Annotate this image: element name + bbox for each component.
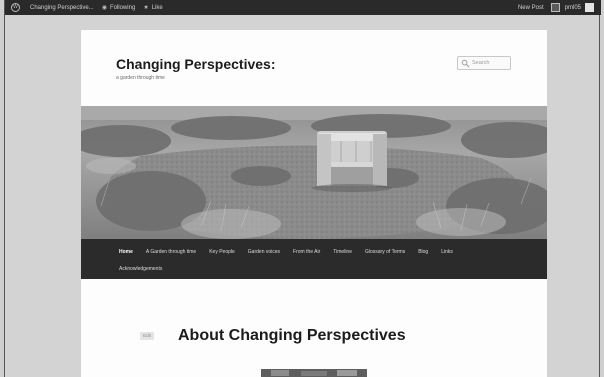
nav-item-home[interactable]: Home xyxy=(119,249,133,255)
site-title[interactable]: Changing Perspectives: xyxy=(116,56,276,72)
admin-bar-spacer xyxy=(167,0,231,15)
new-post-button[interactable]: New Post xyxy=(514,0,548,15)
page-content: Changing Perspectives: a garden through … xyxy=(81,30,547,377)
follow-label: Following xyxy=(109,4,136,11)
follow-icon: ◉ xyxy=(101,5,107,11)
nav-row-secondary: Acknowledgements xyxy=(119,263,175,275)
stone-chair xyxy=(312,131,392,192)
admin-bar: W Changing Perspective... ◉ Following ★ … xyxy=(5,0,601,15)
search-placeholder: Search xyxy=(472,60,490,66)
search-input[interactable]: Search xyxy=(457,56,511,70)
admin-bar-site-name[interactable]: Changing Perspective... xyxy=(26,0,98,15)
nav-item-glossary-of-terms[interactable]: Glossary of Terms xyxy=(365,249,405,255)
nav-item-blog[interactable]: Blog xyxy=(418,249,428,255)
content-image xyxy=(261,369,367,377)
nav-item-timeline[interactable]: Timeline xyxy=(333,249,352,255)
nav-item-links[interactable]: Links xyxy=(441,249,453,255)
admin-bar-user-name[interactable]: pml05 xyxy=(563,0,583,15)
nav-row-primary: Home A Garden through time Key People Garde… xyxy=(119,246,466,258)
search-icon xyxy=(461,59,470,67)
nav-item-key-people[interactable]: Key People xyxy=(209,249,235,255)
like-button[interactable]: ★ Like xyxy=(139,0,166,15)
wordpress-menu[interactable]: W xyxy=(5,0,26,15)
nav-item-from-the-air[interactable]: From the Air xyxy=(293,249,320,255)
browser-frame: W Changing Perspective... ◉ Following ★ … xyxy=(4,0,601,377)
star-icon: ★ xyxy=(143,5,149,11)
avatar[interactable] xyxy=(585,3,594,12)
page-title: About Changing Perspectives xyxy=(178,327,406,344)
admin-bar-right: New Post pml05 xyxy=(514,0,601,15)
main-navigation: Home A Garden through time Key People Garde… xyxy=(81,239,547,279)
nav-item-a-garden-through-time[interactable]: A Garden through time xyxy=(146,249,196,255)
edit-link[interactable]: Edit xyxy=(140,332,154,340)
header-image xyxy=(81,106,547,239)
notifications-icon[interactable] xyxy=(550,3,560,12)
nav-item-acknowledgements[interactable]: Acknowledgements xyxy=(119,266,162,272)
like-label: Like xyxy=(151,4,163,11)
site-description: a garden through time xyxy=(116,75,165,81)
nav-item-garden-voices[interactable]: Garden voices xyxy=(248,249,280,255)
wordpress-logo-icon: W xyxy=(11,3,20,12)
follow-button[interactable]: ◉ Following xyxy=(98,0,140,15)
